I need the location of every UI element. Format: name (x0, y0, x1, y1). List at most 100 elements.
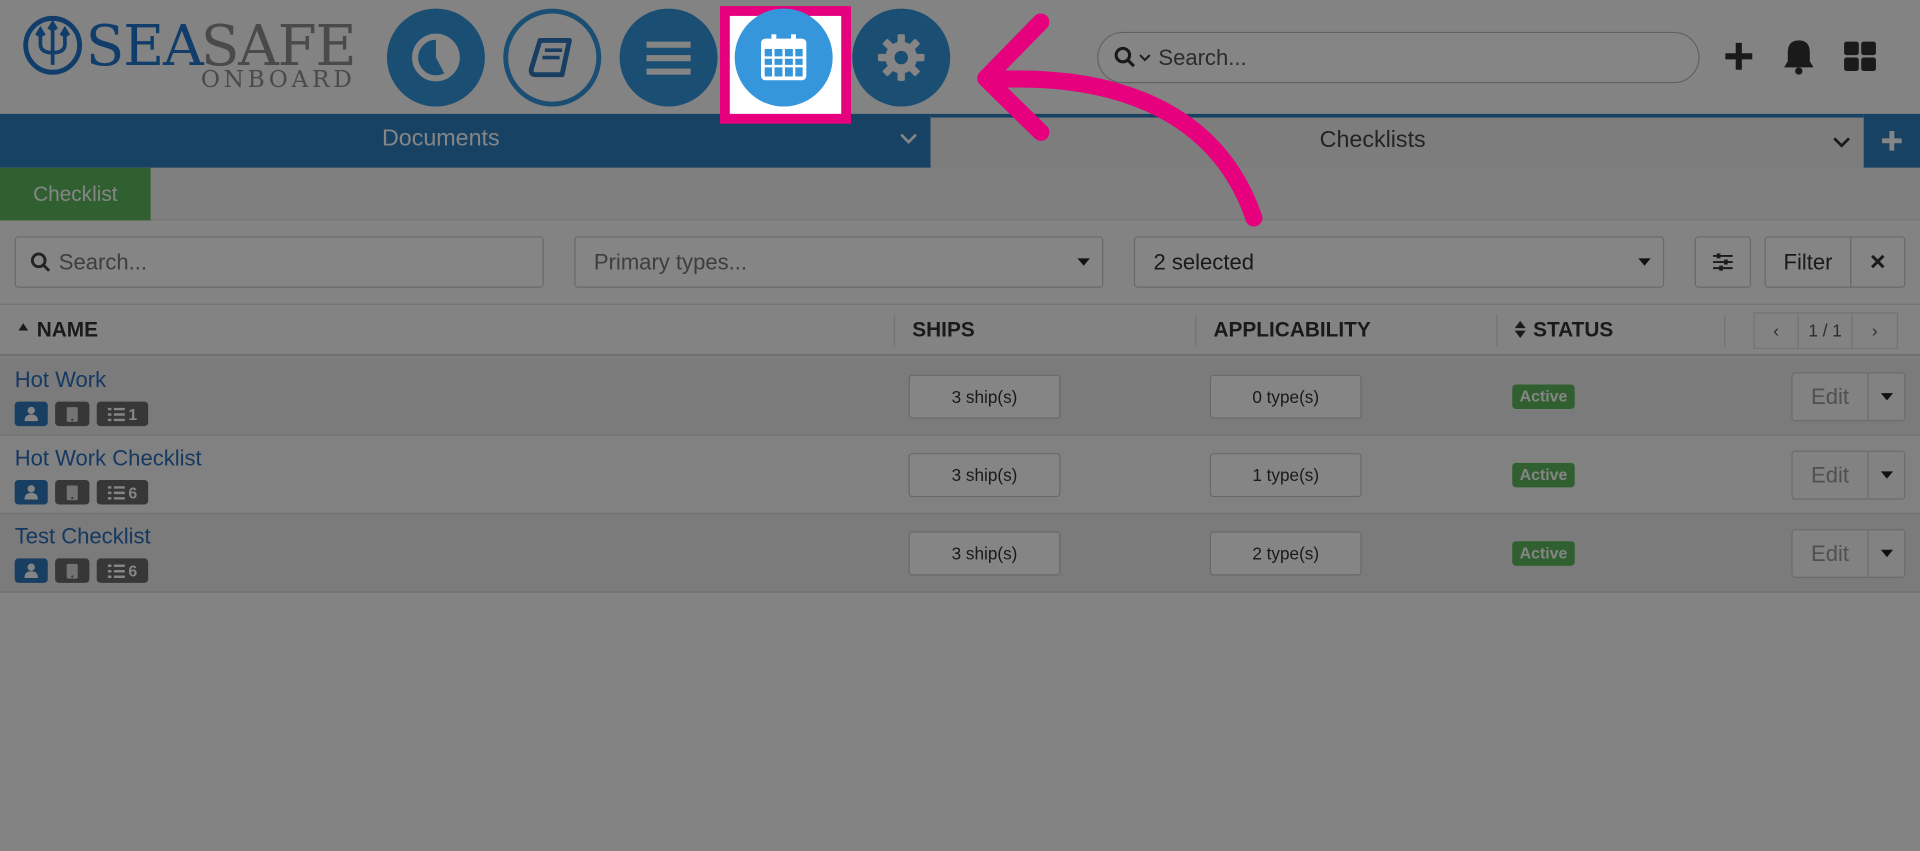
list-count-badge: 1 (96, 401, 149, 427)
user-icon (14, 558, 48, 583)
edit-button-group: Edit (1791, 372, 1906, 422)
logo[interactable]: SEA SAFE ONBOARD (22, 12, 357, 94)
search-icon (30, 251, 51, 272)
ships-button[interactable]: 3 ship(s) (908, 374, 1061, 419)
grid-icon (1844, 41, 1876, 72)
edit-button-group: Edit (1791, 528, 1906, 578)
caret-down-icon (1077, 258, 1090, 266)
list-icon (107, 563, 125, 578)
logo-text-sea: SEA (85, 12, 204, 79)
app-root: SEA SAFE ONBOARD Search... Documents Che… (0, 0, 1920, 851)
checklist-name-link[interactable]: Hot Work Checklist (15, 446, 202, 472)
chevron-down-icon[interactable] (899, 131, 919, 146)
status-badge: Active (1512, 541, 1575, 566)
status-badge: Active (1512, 384, 1575, 409)
filter-bar: Primary types... 2 selected Filter × (0, 221, 1920, 303)
pager-next-button[interactable]: › (1853, 313, 1897, 347)
item-count: 6 (128, 483, 138, 502)
sort-asc-icon[interactable] (18, 323, 29, 331)
add-tab-button[interactable] (1863, 113, 1920, 168)
column-divider (893, 314, 896, 347)
global-search-input[interactable] (1158, 44, 1673, 71)
pager-page-label: 1 / 1 (1799, 313, 1853, 348)
column-name[interactable]: NAME (37, 305, 98, 355)
filter-settings-button[interactable] (1694, 236, 1752, 288)
selection-select[interactable]: 2 selected (1133, 236, 1665, 288)
nav-documents-button[interactable] (503, 8, 602, 107)
logo-text-onboard: ONBOARD (200, 66, 356, 94)
pager-prev-button[interactable]: ‹ (1755, 313, 1799, 348)
table-row: Test Checklist 6 3 ship(s) 2 type(s) Act… (0, 514, 1920, 593)
checklist-name-link[interactable]: Hot Work (15, 367, 106, 393)
tablet-icon (55, 480, 90, 505)
row-badges: 1 (14, 401, 149, 427)
list-search-input[interactable] (58, 249, 525, 275)
edit-dropdown-button[interactable] (1869, 452, 1905, 499)
selection-value: 2 selected (1153, 249, 1254, 275)
tab-bar: Documents Checklists (0, 113, 1920, 168)
item-count: 6 (128, 561, 138, 580)
edit-button[interactable]: Edit (1793, 451, 1869, 499)
apps-grid-button[interactable] (1840, 37, 1879, 76)
gear-icon (877, 34, 925, 81)
column-divider (1195, 314, 1197, 347)
menu-icon (646, 41, 691, 75)
edit-button[interactable]: Edit (1793, 530, 1869, 577)
nav-menu-button[interactable] (619, 8, 718, 107)
bell-icon (1784, 40, 1814, 75)
global-search[interactable] (1097, 31, 1700, 84)
trident-logo-icon (23, 15, 83, 75)
primary-types-placeholder: Primary types... (593, 249, 747, 275)
primary-types-select[interactable]: Primary types... (574, 236, 1104, 288)
edit-dropdown-button[interactable] (1869, 373, 1905, 420)
applicability-button[interactable]: 1 type(s) (1209, 453, 1362, 498)
tab-documents[interactable]: Documents (0, 113, 931, 168)
chevron-down-icon (1139, 54, 1151, 62)
tab-checklists[interactable]: Checklists (930, 113, 1864, 168)
caret-down-icon (1638, 258, 1651, 266)
sort-both-icon[interactable] (1514, 320, 1526, 338)
caret-down-icon (1880, 549, 1893, 558)
tab-checklists-label: Checklists (1319, 127, 1426, 154)
column-divider (1496, 314, 1498, 347)
nav-dashboard-button[interactable] (386, 8, 485, 107)
edit-button[interactable]: Edit (1793, 373, 1869, 421)
applicability-button[interactable]: 2 type(s) (1209, 531, 1362, 576)
row-badges: 6 (14, 480, 149, 505)
tab-documents-label: Documents (381, 126, 500, 152)
pagination: ‹ 1 / 1 › (1753, 312, 1898, 349)
plus-icon (1725, 42, 1753, 70)
list-count-badge: 6 (96, 480, 149, 505)
ships-button[interactable]: 3 ship(s) (908, 531, 1061, 576)
calendar-icon (761, 34, 807, 81)
checklist-name-link[interactable]: Test Checklist (15, 524, 151, 550)
list-count-badge: 6 (96, 558, 149, 583)
edit-button-group: Edit (1791, 450, 1906, 500)
subtab-checklist[interactable]: Checklist (0, 167, 151, 221)
edit-dropdown-button[interactable] (1869, 530, 1905, 577)
tablet-icon (55, 401, 90, 427)
chevron-down-icon[interactable] (1832, 135, 1852, 150)
ships-button[interactable]: 3 ship(s) (908, 453, 1061, 498)
book-icon (528, 37, 572, 78)
caret-down-icon (1880, 471, 1893, 479)
list-search[interactable] (14, 236, 544, 288)
tablet-icon (55, 558, 90, 583)
nav-settings-button[interactable] (852, 8, 951, 107)
notifications-button[interactable] (1779, 37, 1818, 76)
clear-filter-button[interactable]: × (1850, 236, 1906, 288)
filter-button[interactable]: Filter (1764, 236, 1852, 288)
user-icon (14, 401, 48, 427)
table-row: Hot Work Checklist 6 3 ship(s) 1 type(s)… (0, 435, 1920, 515)
add-button[interactable] (1719, 37, 1758, 76)
column-status[interactable]: STATUS (1533, 305, 1613, 355)
applicability-button[interactable]: 0 type(s) (1209, 374, 1362, 419)
column-divider (1724, 314, 1726, 347)
status-badge: Active (1512, 462, 1575, 488)
header: SEA SAFE ONBOARD (0, 0, 1920, 114)
search-icon (1114, 46, 1151, 69)
column-ships[interactable]: SHIPS (912, 305, 974, 355)
nav-calendar-button[interactable] (734, 8, 833, 107)
column-applicability[interactable]: APPLICABILITY (1213, 305, 1370, 355)
list-icon (107, 485, 125, 499)
